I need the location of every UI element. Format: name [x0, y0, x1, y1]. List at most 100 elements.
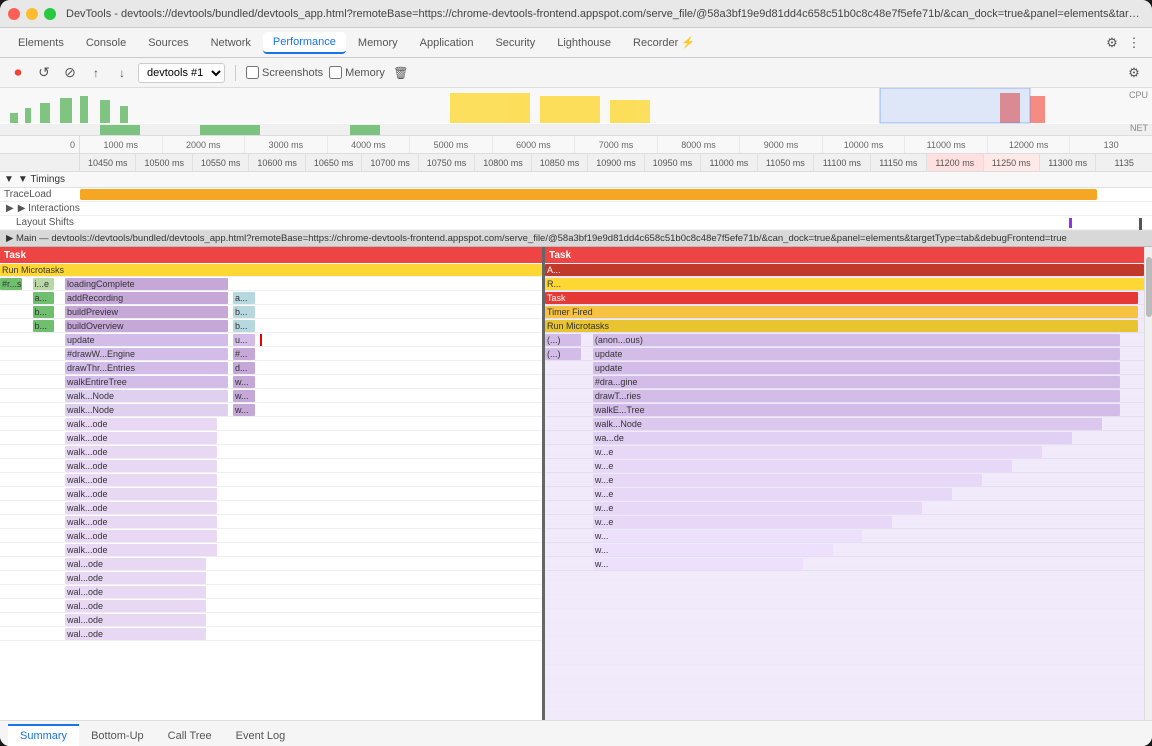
left-row-walk-ode-4[interactable]: walk...ode [0, 459, 542, 473]
bar-wal-ode-1[interactable]: wal...ode [65, 558, 206, 570]
tab-console[interactable]: Console [76, 33, 136, 53]
bar-w1[interactable]: w... [233, 376, 255, 388]
left-row-walk-ode-7[interactable]: walk...ode [0, 501, 542, 515]
bar-hash[interactable]: #... [233, 348, 255, 360]
bar-walk-node2[interactable]: walk...Node [65, 404, 228, 416]
right-row-r[interactable]: R... [545, 277, 1144, 291]
settings-button[interactable]: ⚙ [1102, 33, 1122, 53]
timings-header[interactable]: ▼ ▼ Timings [0, 172, 1152, 188]
tab-event-log[interactable]: Event Log [224, 724, 298, 746]
bar-walk-ode-10[interactable]: walk...ode [65, 544, 217, 556]
right-row-walk-node-r[interactable]: walk...Node [545, 417, 1144, 431]
bar-a2[interactable]: a... [233, 292, 255, 304]
bar-a1[interactable]: a... [33, 292, 55, 304]
bar-dra-gine[interactable]: #dra...gine [593, 376, 1120, 388]
bar-wal-ode-6[interactable]: wal...ode [65, 628, 206, 640]
tab-summary[interactable]: Summary [8, 724, 79, 746]
interactions-row[interactable]: ▶ ▶ Interactions [0, 202, 1152, 216]
scrollbar-thumb[interactable] [1146, 257, 1152, 317]
tab-recorder[interactable]: Recorder ⚡ [623, 32, 705, 53]
right-row-wa-de[interactable]: wa...de [545, 431, 1144, 445]
upload-button[interactable]: ↑ [86, 63, 106, 83]
bar-loading-complete[interactable]: loadingComplete [65, 278, 228, 290]
bar-b1[interactable]: b... [33, 306, 55, 318]
bar-build-preview[interactable]: buildPreview [65, 306, 228, 318]
bar-wal-ode-5[interactable]: wal...ode [65, 614, 206, 626]
bar-add-recording[interactable]: addRecording [65, 292, 228, 304]
right-row-we-4[interactable]: w...e [545, 487, 1144, 501]
right-row-task[interactable]: Task [545, 291, 1144, 305]
left-row-walk-ode-9[interactable]: walk...ode [0, 529, 542, 543]
bar-walk-ode-6[interactable]: walk...ode [65, 488, 217, 500]
bar-b4[interactable]: b... [233, 320, 255, 332]
bar-timer-fired[interactable]: Timer Fired [545, 306, 1138, 318]
left-row-draw-thr[interactable]: drawThr...Entries d... [0, 361, 542, 375]
left-row-walk-ode-5[interactable]: walk...ode [0, 473, 542, 487]
close-button[interactable] [8, 8, 20, 20]
left-row-walk-ode-8[interactable]: walk...ode [0, 515, 542, 529]
right-row-run-microtasks[interactable]: Run Microtasks [545, 319, 1144, 333]
bar-walk-ode-2[interactable]: walk...ode [65, 432, 217, 444]
refresh-record-button[interactable]: ↺ [34, 63, 54, 83]
left-row-wal-ode-3[interactable]: wal...ode [0, 585, 542, 599]
left-flame-scroll[interactable]: Run Microtasks #r...s i...e loadingCompl… [0, 263, 542, 720]
trash-button[interactable]: 🗑 [391, 63, 411, 83]
minimize-button[interactable] [26, 8, 38, 20]
left-row-run-microtasks[interactable]: Run Microtasks [0, 263, 542, 277]
bar-walk-node1[interactable]: walk...Node [65, 390, 228, 402]
bar-draw-engine[interactable]: #drawW...Engine [65, 348, 228, 360]
right-row-walke-tree[interactable]: walkE...Tree [545, 403, 1144, 417]
bar-wa-de[interactable]: wa...de [593, 432, 1072, 444]
bar-run-microtasks-r[interactable]: Run Microtasks [545, 320, 1138, 332]
right-row-we-3[interactable]: w...e [545, 473, 1144, 487]
left-row-4[interactable]: b... buildPreview b... [0, 305, 542, 319]
bar-wal-ode-2[interactable]: wal...ode [65, 572, 206, 584]
bar-wal-ode-4[interactable]: wal...ode [65, 600, 206, 612]
left-row-walk-node2[interactable]: walk...Node w... [0, 403, 542, 417]
bar-walk-tree[interactable]: walkEntireTree [65, 376, 228, 388]
bar-dots2[interactable]: (...) [545, 348, 581, 360]
right-row-we-6[interactable]: w...e [545, 515, 1144, 529]
tab-elements[interactable]: Elements [8, 33, 74, 53]
bar-we-2[interactable]: w...e [593, 460, 1012, 472]
bar-build-overview[interactable]: buildOverview [65, 320, 228, 332]
bar-r[interactable]: R... [545, 278, 1144, 290]
settings-gear-button[interactable]: ⚙ [1124, 63, 1144, 83]
left-row-update[interactable]: update u... [0, 333, 542, 347]
right-row-w-3[interactable]: w... [545, 557, 1144, 571]
left-row-wal-ode-5[interactable]: wal...ode [0, 613, 542, 627]
right-row-we-2[interactable]: w...e [545, 459, 1144, 473]
left-row-walk-node1[interactable]: walk...Node w... [0, 389, 542, 403]
left-row-5[interactable]: b... buildOverview b... [0, 319, 542, 333]
bar-we-4[interactable]: w...e [593, 488, 952, 500]
memory-checkbox[interactable] [329, 66, 342, 79]
left-row-walk-tree[interactable]: walkEntireTree w... [0, 375, 542, 389]
tab-lighthouse[interactable]: Lighthouse [547, 33, 621, 53]
maximize-button[interactable] [44, 8, 56, 20]
bar-ie[interactable]: i...e [33, 278, 55, 290]
bar-b3[interactable]: b... [33, 320, 55, 332]
left-row-walk-ode-1[interactable]: walk...ode [0, 417, 542, 431]
right-row-a[interactable]: A... [545, 263, 1144, 277]
left-row-wal-ode-4[interactable]: wal...ode [0, 599, 542, 613]
bar-walke-tree[interactable]: walkE...Tree [593, 404, 1120, 416]
bar-w-3[interactable]: w... [593, 558, 803, 570]
bar-run-microtasks[interactable]: Run Microtasks [0, 264, 542, 276]
clear-button[interactable]: ⊘ [60, 63, 80, 83]
bar-we-3[interactable]: w...e [593, 474, 982, 486]
left-row-walk-ode-3[interactable]: walk...ode [0, 445, 542, 459]
bar-walk-ode-9[interactable]: walk...ode [65, 530, 217, 542]
bar-w-2[interactable]: w... [593, 544, 833, 556]
tab-performance[interactable]: Performance [263, 32, 346, 54]
left-row-wal-ode-1[interactable]: wal...ode [0, 557, 542, 571]
bar-u2[interactable]: u... [233, 334, 255, 346]
left-row-walk-ode-6[interactable]: walk...ode [0, 487, 542, 501]
right-row-we-1[interactable]: w...e [545, 445, 1144, 459]
bar-rs[interactable]: #r...s [0, 278, 22, 290]
bar-w2[interactable]: w... [233, 390, 255, 402]
left-row-wal-ode-6[interactable]: wal...ode [0, 627, 542, 641]
bar-walk-ode-5[interactable]: walk...ode [65, 474, 217, 486]
tab-security[interactable]: Security [485, 33, 545, 53]
left-row-walk-ode-2[interactable]: walk...ode [0, 431, 542, 445]
bar-a-header[interactable]: A... [545, 264, 1144, 276]
